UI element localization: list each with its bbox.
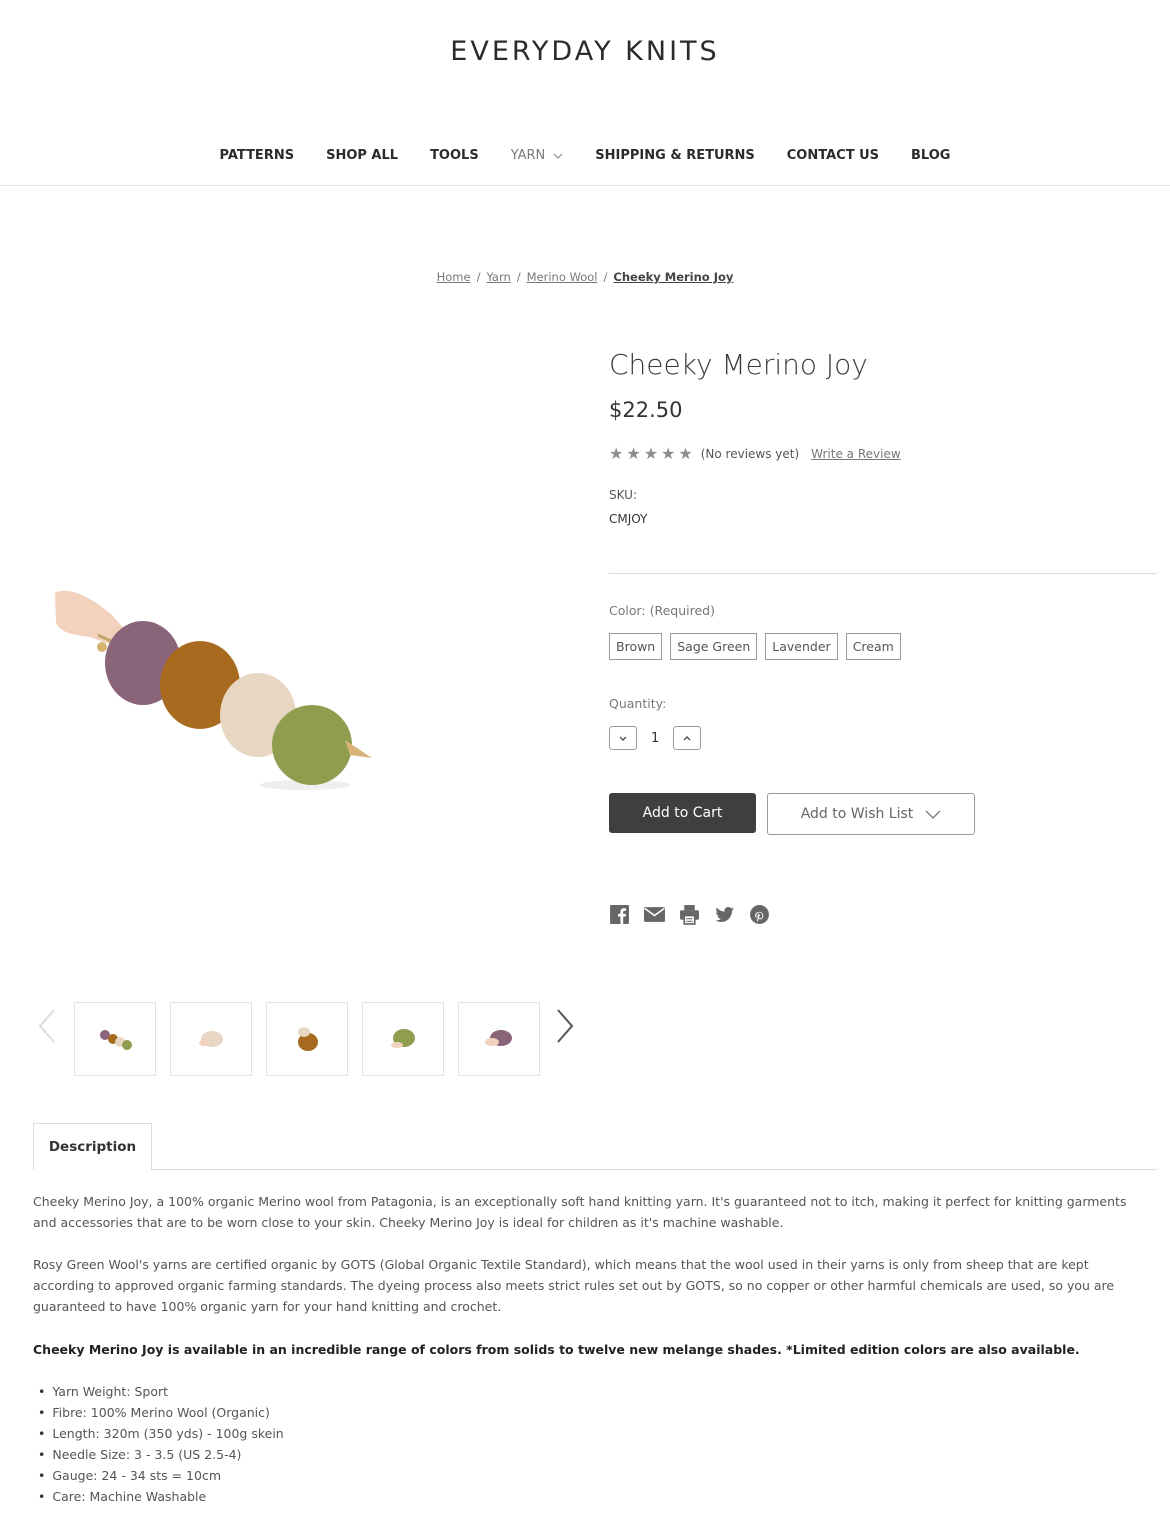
nav-divider	[0, 185, 1170, 186]
chevron-down-icon	[553, 153, 563, 159]
details-divider	[609, 573, 1157, 574]
list-item: Yarn Weight: Sport	[38, 1381, 284, 1402]
thumbnail-image	[199, 1031, 223, 1047]
quantity-label: Quantity:	[609, 696, 667, 711]
description-paragraph: Cheeky Merino Joy, a 100% organic Merino…	[33, 1194, 1127, 1230]
thumbnail-strip	[74, 1002, 540, 1076]
sku-value: CMJOY	[609, 512, 648, 526]
star-icon: ★	[626, 444, 641, 463]
nav-yarn-label: YARN	[510, 148, 546, 163]
quantity-stepper: 1	[609, 726, 701, 750]
star-icon: ★	[643, 444, 659, 463]
print-icon[interactable]	[679, 904, 700, 925]
description-highlight: Cheeky Merino Joy is available in an inc…	[33, 1342, 1080, 1357]
color-option-sage-green[interactable]: Sage Green	[669, 632, 759, 661]
needle-knob	[97, 642, 107, 652]
product-price: $22.50	[609, 398, 683, 422]
thumbnails-prev-arrow[interactable]	[36, 1008, 58, 1044]
share-icons	[609, 904, 770, 925]
color-option-cream[interactable]: Cream	[844, 632, 902, 661]
list-item: Fibre: 100% Merino Wool (Organic)	[38, 1402, 284, 1423]
nav-contact-us[interactable]: CONTACT US	[787, 148, 879, 163]
breadcrumb-separator: /	[476, 270, 481, 284]
thumbnail-brown[interactable]	[266, 1002, 348, 1076]
breadcrumb-current[interactable]: Cheeky Merino Joy	[613, 270, 733, 284]
reviews-count: (No reviews yet)	[700, 447, 800, 461]
add-to-wishlist-button[interactable]: Add to Wish List	[767, 793, 975, 835]
star-rating: ★ ★ ★ ★ ★	[609, 446, 693, 462]
star-icon: ★	[661, 444, 676, 463]
store-title[interactable]: EVERYDAY KNITS	[0, 36, 1170, 67]
add-to-wishlist-label: Add to Wish List	[800, 806, 914, 822]
color-option-brown[interactable]: Brown	[607, 632, 664, 661]
tab-description[interactable]: Description	[33, 1123, 152, 1170]
email-icon[interactable]	[644, 904, 665, 925]
thumbnail-all-skeins[interactable]	[74, 1002, 156, 1076]
pinterest-icon[interactable]	[749, 904, 770, 925]
color-options: Brown Sage Green Lavender Cream	[607, 632, 902, 661]
chevron-down-icon	[925, 810, 941, 819]
quantity-increase-button[interactable]	[673, 726, 701, 750]
main-nav: PATTERNS SHOP ALL TOOLS YARN SHIPPING & …	[0, 148, 1170, 163]
tab-divider	[152, 1169, 1157, 1170]
list-item: Care: Machine Washable	[38, 1486, 284, 1507]
list-item: Length: 320m (350 yds) - 100g skein	[38, 1423, 283, 1444]
nav-shop-all[interactable]: SHOP ALL	[326, 148, 398, 163]
sage-skein	[272, 705, 352, 785]
star-icon: ★	[609, 444, 624, 463]
product-main-image[interactable]	[50, 575, 380, 795]
product-title: Cheeky Merino Joy	[609, 348, 868, 381]
breadcrumb-separator: /	[603, 270, 608, 284]
thumbnail-image	[485, 1030, 512, 1046]
twitter-icon[interactable]	[714, 904, 735, 925]
chevron-up-icon	[683, 735, 691, 740]
thumbnail-image	[298, 1027, 318, 1051]
add-to-cart-button[interactable]: Add to Cart	[609, 793, 756, 833]
color-label: Color: (Required)	[609, 603, 715, 618]
nav-blog[interactable]: BLOG	[911, 148, 950, 163]
chevron-down-icon	[619, 736, 627, 741]
thumbnail-lavender[interactable]	[458, 1002, 540, 1076]
breadcrumb-separator: /	[516, 270, 521, 284]
breadcrumb-merino-wool[interactable]: Merino Wool	[527, 270, 598, 284]
nav-yarn[interactable]: YARN	[511, 148, 564, 163]
color-option-lavender[interactable]: Lavender	[764, 632, 839, 661]
breadcrumb-home[interactable]: Home	[437, 270, 471, 284]
breadcrumb-yarn[interactable]: Yarn	[486, 270, 510, 284]
thumbnail-image	[100, 1030, 132, 1050]
thumbnail-image	[391, 1029, 415, 1048]
quantity-decrease-button[interactable]	[609, 726, 637, 750]
facebook-icon[interactable]	[609, 904, 630, 925]
write-review-link[interactable]: Write a Review	[811, 447, 900, 461]
list-item: Needle Size: 3 - 3.5 (US 2.5-4)	[38, 1444, 284, 1465]
sku-label: SKU:	[609, 488, 637, 502]
product-rating: ★ ★ ★ ★ ★ (No reviews yet) Write a Revie…	[609, 446, 901, 462]
nav-patterns[interactable]: PATTERNS	[220, 148, 295, 163]
thumbnail-sage[interactable]	[362, 1002, 444, 1076]
specs-list: Yarn Weight: Sport Fibre: 100% Merino Wo…	[38, 1381, 284, 1507]
quantity-value[interactable]: 1	[651, 731, 659, 746]
breadcrumb: Home / Yarn / Merino Wool / Cheeky Merin…	[0, 270, 1170, 284]
thumbnail-cream[interactable]	[170, 1002, 252, 1076]
star-icon: ★	[678, 444, 693, 463]
description-paragraph: Rosy Green Wool's yarns are certified or…	[33, 1257, 1115, 1314]
nav-tools[interactable]: TOOLS	[430, 148, 479, 163]
list-item: Gauge: 24 - 34 sts = 10cm	[38, 1465, 284, 1486]
nav-shipping-returns[interactable]: SHIPPING & RETURNS	[595, 148, 754, 163]
thumbnails-next-arrow[interactable]	[554, 1008, 576, 1044]
